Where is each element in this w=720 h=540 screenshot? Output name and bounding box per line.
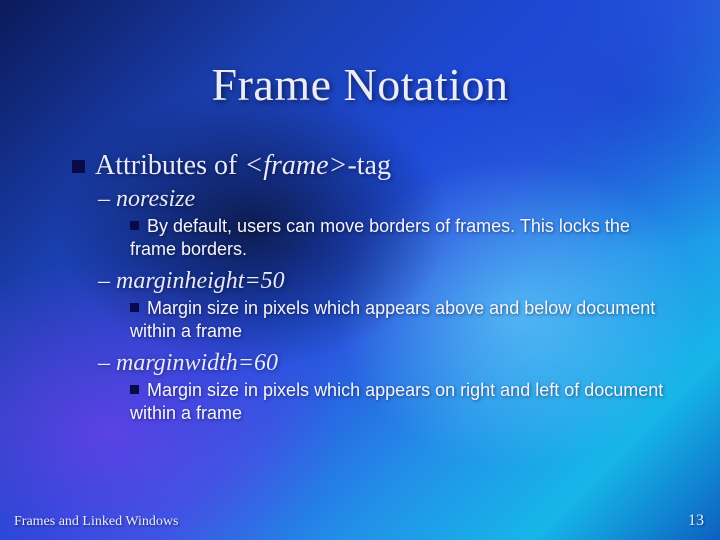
attr-marginheight-desc: Margin size in pixels which appears abov… — [130, 297, 680, 342]
slide-body: Attributes of <frame>-tag –noresize By d… — [72, 150, 680, 432]
slide-number: 13 — [688, 512, 704, 530]
desc-text: By default, users can move borders of fr… — [130, 216, 630, 259]
heading-suffix: -tag — [347, 150, 391, 181]
dash-bullet-icon: – — [98, 186, 110, 212]
attr-name: marginheight=50 — [116, 268, 285, 294]
heading-tag: <frame> — [244, 150, 347, 181]
attr-noresize-desc: By default, users can move borders of fr… — [130, 215, 680, 260]
square-bullet-icon — [130, 385, 139, 394]
attr-name: marginwidth=60 — [116, 350, 278, 376]
desc-text: Margin size in pixels which appears abov… — [130, 298, 655, 341]
heading-prefix: Attributes of — [95, 150, 244, 181]
heading-attributes: Attributes of <frame>-tag — [72, 150, 680, 182]
desc-text: Margin size in pixels which appears on r… — [130, 380, 663, 423]
dash-bullet-icon: – — [98, 350, 110, 376]
attr-marginwidth-desc: Margin size in pixels which appears on r… — [130, 379, 680, 424]
dash-bullet-icon: – — [98, 268, 110, 294]
attr-name: noresize — [116, 186, 195, 212]
square-bullet-icon — [72, 160, 85, 173]
attr-marginheight: –marginheight=50 — [98, 268, 680, 295]
square-bullet-icon — [130, 221, 139, 230]
square-bullet-icon — [130, 303, 139, 312]
footer-left: Frames and Linked Windows — [14, 514, 178, 530]
slide-title: Frame Notation — [0, 58, 720, 111]
attr-marginwidth: –marginwidth=60 — [98, 350, 680, 377]
attr-noresize: –noresize — [98, 186, 680, 213]
